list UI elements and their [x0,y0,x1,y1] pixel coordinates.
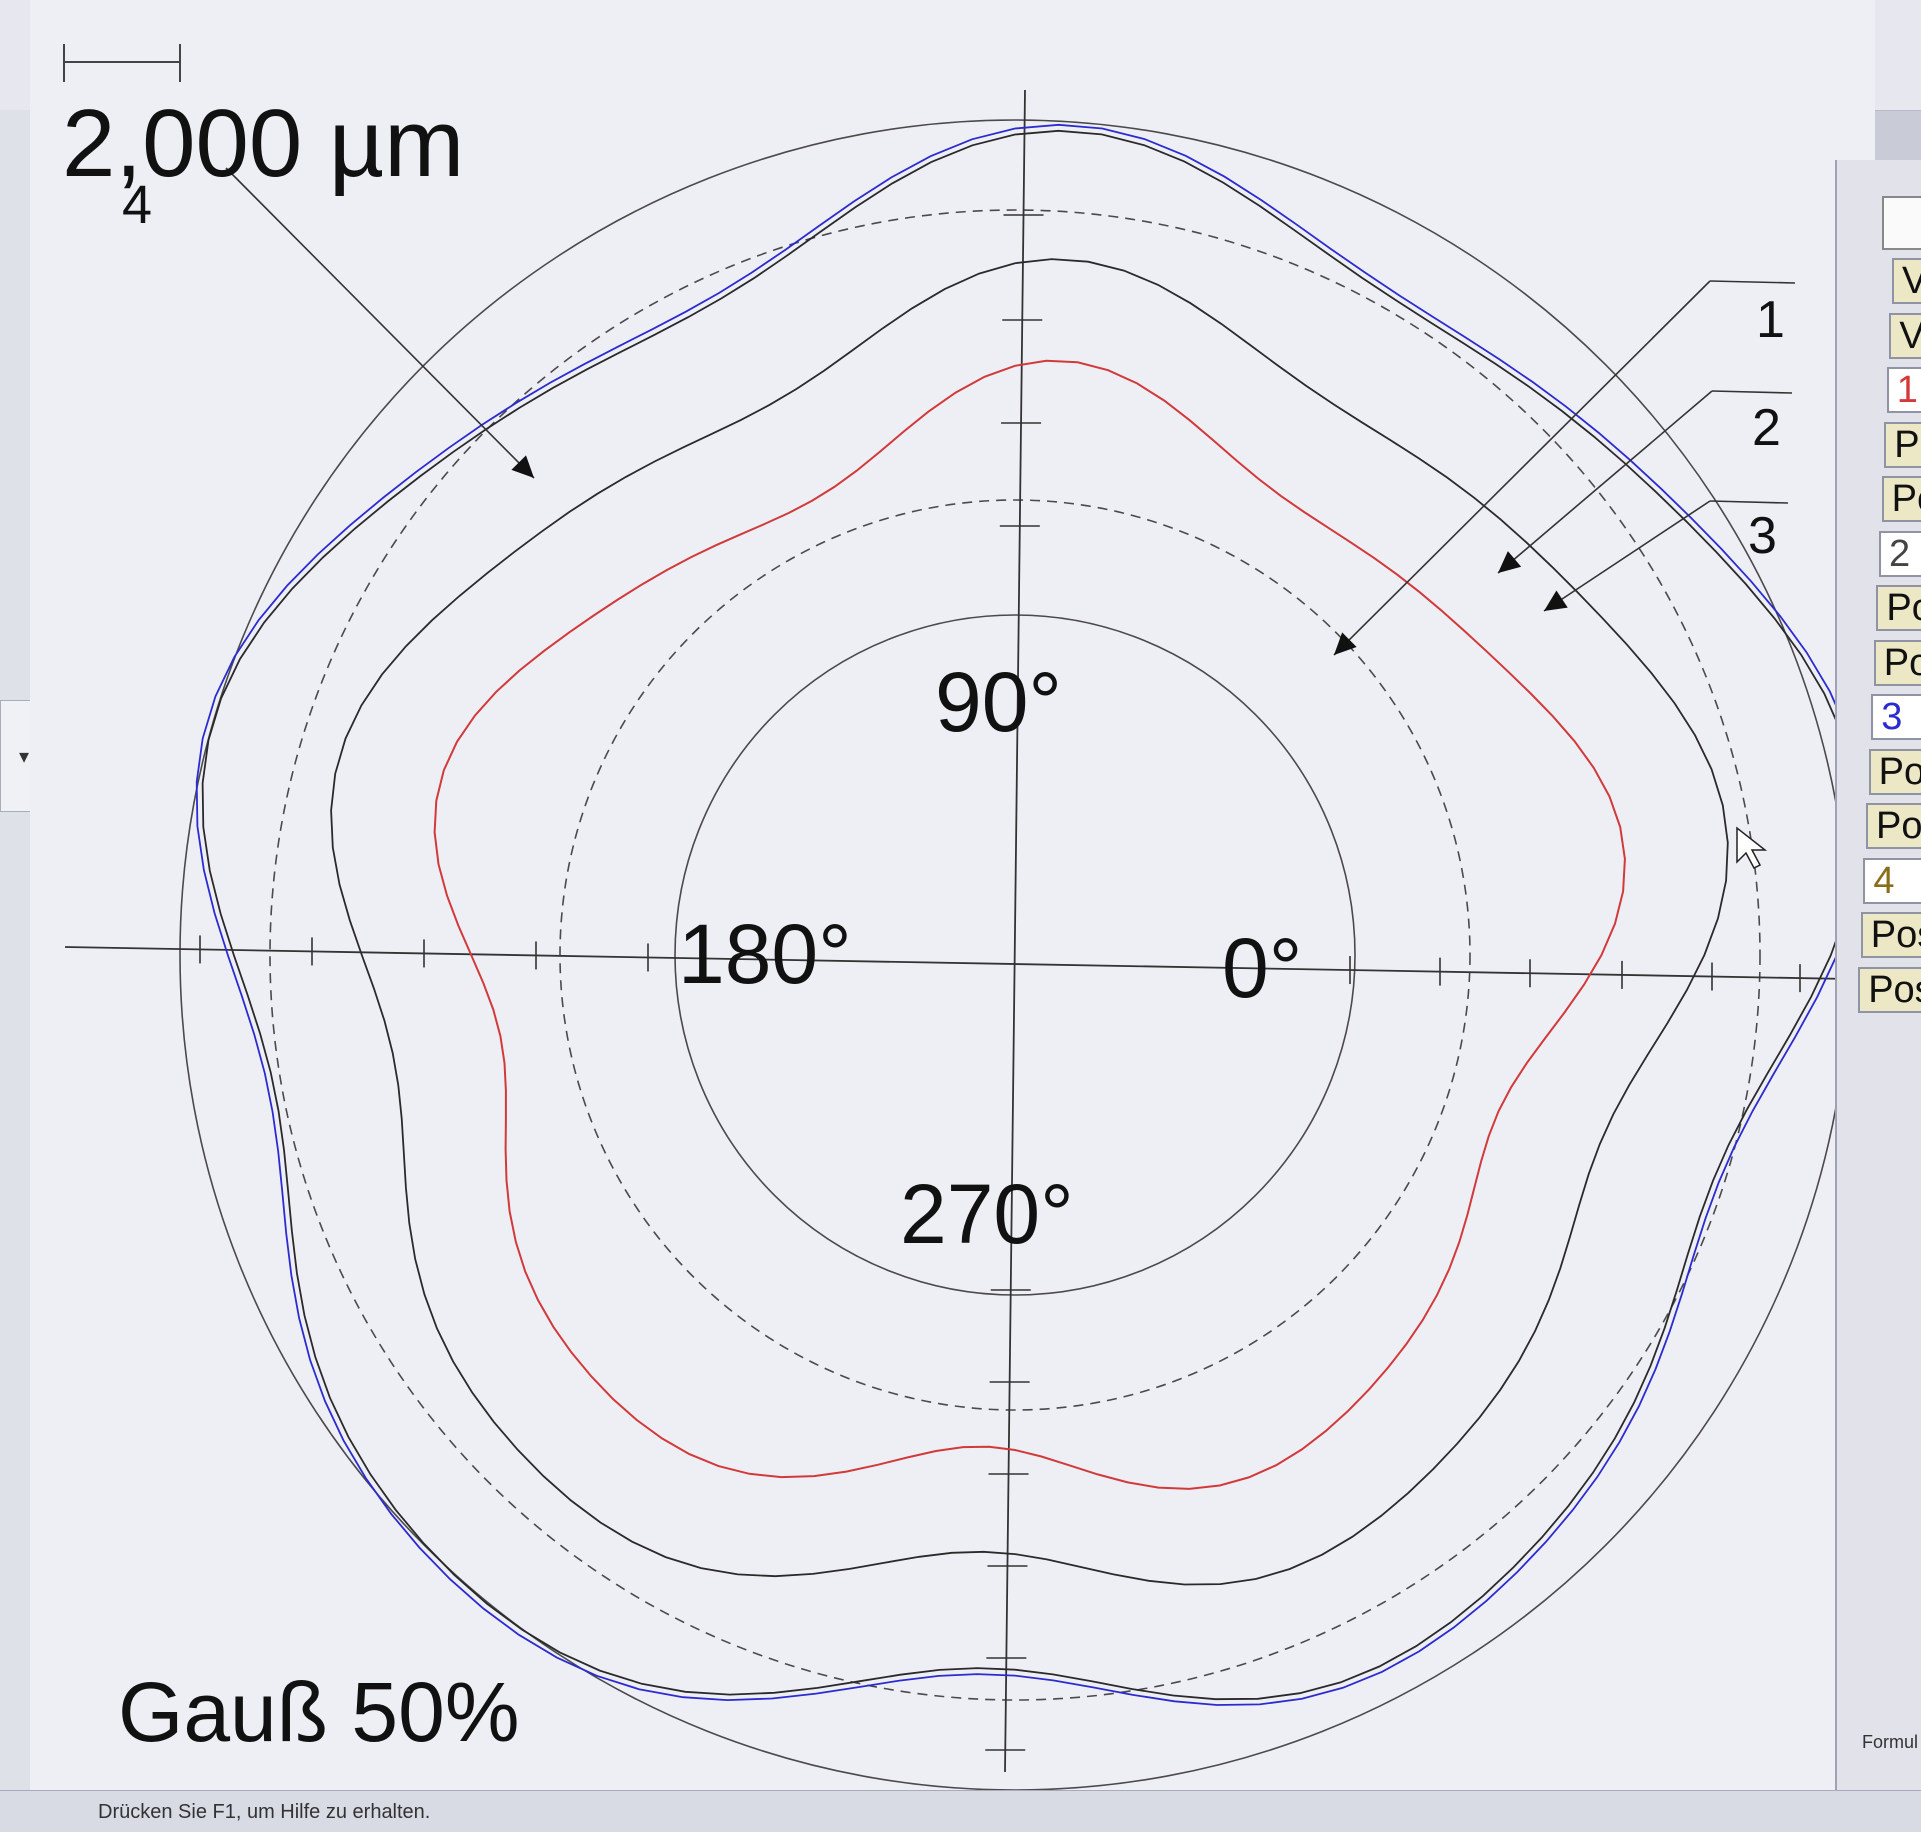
scale-subscript: 4 [122,175,153,235]
leader-shelf-1 [1709,280,1796,284]
side-panel-button[interactable]: Pos [1866,803,1921,849]
side-panel-button[interactable]: Po [1876,585,1921,631]
leader-line-3 [1543,500,1711,612]
side-panel-button[interactable]: V [1889,312,1921,359]
status-text: Drücken Sie F1, um Hilfe zu erhalten. [98,1801,431,1823]
side-panel-button[interactable]: Pos [1858,966,1921,1013]
curve-number-2: 2 [1752,399,1781,457]
side-panel-curve-number[interactable]: 1 [1886,367,1921,413]
angle-label-0: 0° [1222,921,1303,1015]
side-panel-button[interactable]: Pos [1868,748,1921,795]
polar-plot-canvas [63,44,1866,1790]
leader-line-2 [1497,390,1713,574]
side-panel-tool-icon[interactable] [1882,196,1921,250]
side-panel-button[interactable]: V [1892,258,1921,304]
profile-curve-blue [195,123,1866,1706]
profile-curve-red [433,359,1626,1490]
angle-label-180: 180° [678,907,852,1001]
side-panel-curve-number[interactable]: 2 [1879,530,1921,577]
curve-number-3: 3 [1748,507,1777,565]
left-scroll-strip [0,110,31,1790]
side-panel-button[interactable]: Pc [1881,476,1921,522]
roundness-polar-plot: 2,000 µm 4 90° 180° 0° 270° 1 2 3 Gauß 5… [30,0,1875,1790]
angle-label-270: 270° [900,1167,1074,1261]
leader-line-1 [1333,280,1711,656]
side-panel-button[interactable]: Pc [1884,421,1921,468]
chevron-down-icon: ▾ [18,745,30,768]
formula-label: Formul [1862,1732,1919,1752]
profile-curve-dark [330,258,1729,1586]
leader-shelf-3 [1709,500,1789,504]
status-bar: Drücken Sie F1, um Hilfe zu erhalten. [0,1790,1921,1832]
angle-label-90: 90° [935,655,1063,749]
side-panel-curve-number[interactable]: 4 [1863,857,1921,904]
side-panel-button[interactable]: Pos [1860,912,1921,958]
horizontal-axis [64,946,1851,980]
profile-curve-outer-dark [201,129,1860,1701]
leader-shelf-2 [1711,390,1793,394]
leader-line-2-arrowhead [1498,551,1522,573]
side-panel-curve-number[interactable]: 3 [1871,694,1921,740]
leader-line-3-arrowhead [1544,590,1568,611]
vertical-axis [1004,89,1026,1773]
mouse-cursor-icon [1736,826,1768,869]
leader-line-4 [225,167,535,479]
side-panel-button[interactable]: Po [1873,639,1921,686]
filter-label: Gauß 50% [118,1665,520,1759]
curve-number-1: 1 [1756,291,1785,349]
